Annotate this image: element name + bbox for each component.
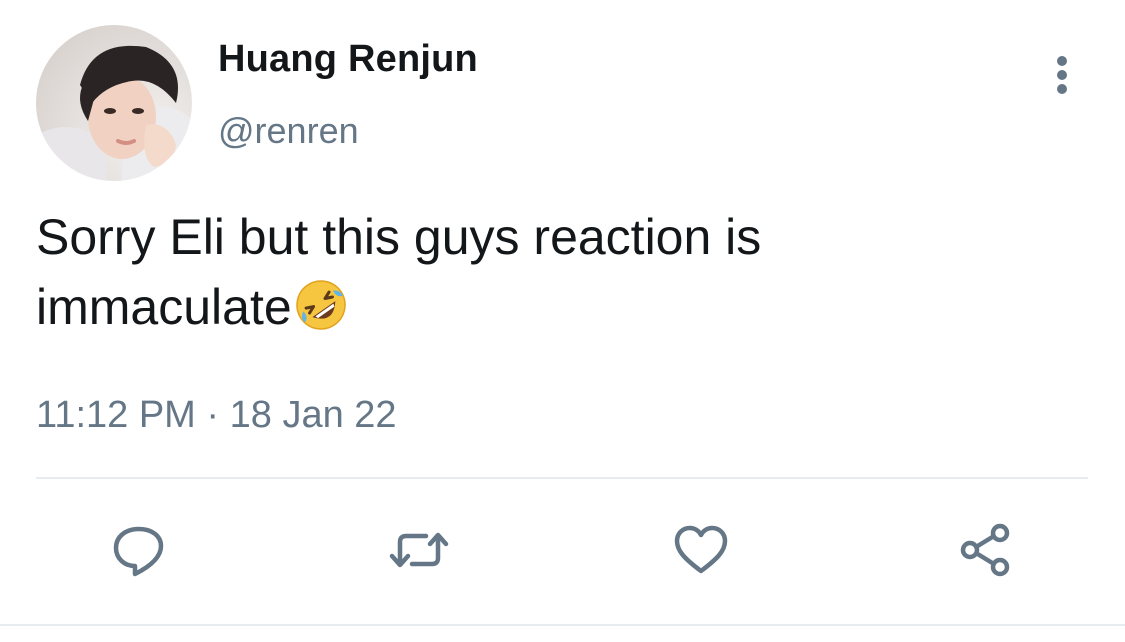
retweet-icon <box>389 532 449 568</box>
tweet-text-line-1: Sorry Eli but this guys reaction is <box>36 209 762 265</box>
tweet-text-word: immaculate <box>36 279 292 335</box>
retweet-button[interactable] <box>384 518 454 582</box>
bottom-divider <box>0 624 1125 626</box>
vertical-ellipsis-icon <box>1057 56 1067 94</box>
more-options-button[interactable] <box>1040 52 1084 102</box>
meta-separator: · <box>195 394 230 436</box>
tweet-date: 18 Jan 22 <box>229 394 397 436</box>
tweet-timestamp[interactable]: 11:12 PM · 18 Jan 22 <box>36 394 397 437</box>
like-button[interactable] <box>666 518 736 582</box>
heart-icon <box>674 525 728 574</box>
share-icon <box>960 523 1010 577</box>
divider <box>36 477 1088 479</box>
reply-button[interactable] <box>104 518 174 582</box>
rolling-on-the-floor-laughing-icon <box>294 278 348 332</box>
author-handle[interactable]: @renren <box>218 110 359 152</box>
avatar[interactable] <box>36 25 192 181</box>
author-display-name[interactable]: Huang Renjun <box>218 38 478 81</box>
share-button[interactable] <box>950 518 1020 582</box>
tweet-text: Sorry Eli but this guys reaction is imma… <box>36 202 1076 342</box>
tweet-time: 11:12 PM <box>36 394 196 436</box>
tweet-card: Huang Renjun @renren Sorry Eli but this … <box>0 0 1125 642</box>
speech-bubble-icon <box>113 526 164 577</box>
tweet-text-line-2: immaculate <box>36 272 1076 342</box>
